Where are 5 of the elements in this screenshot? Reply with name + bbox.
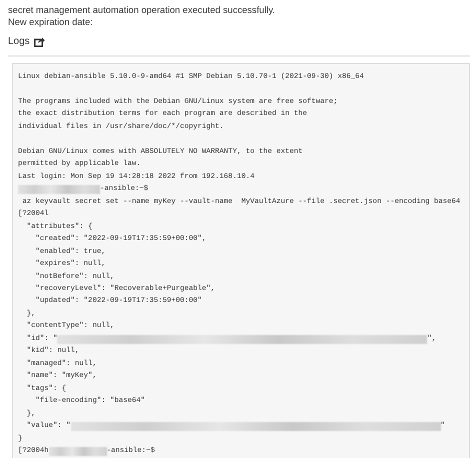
external-link-icon[interactable] [34,36,45,46]
status-message: secret management automation operation executed successfully. [8,4,276,16]
status-message: New expiration date: [8,16,94,28]
redacted-text [48,446,107,456]
logs-heading: Logs [8,35,30,49]
